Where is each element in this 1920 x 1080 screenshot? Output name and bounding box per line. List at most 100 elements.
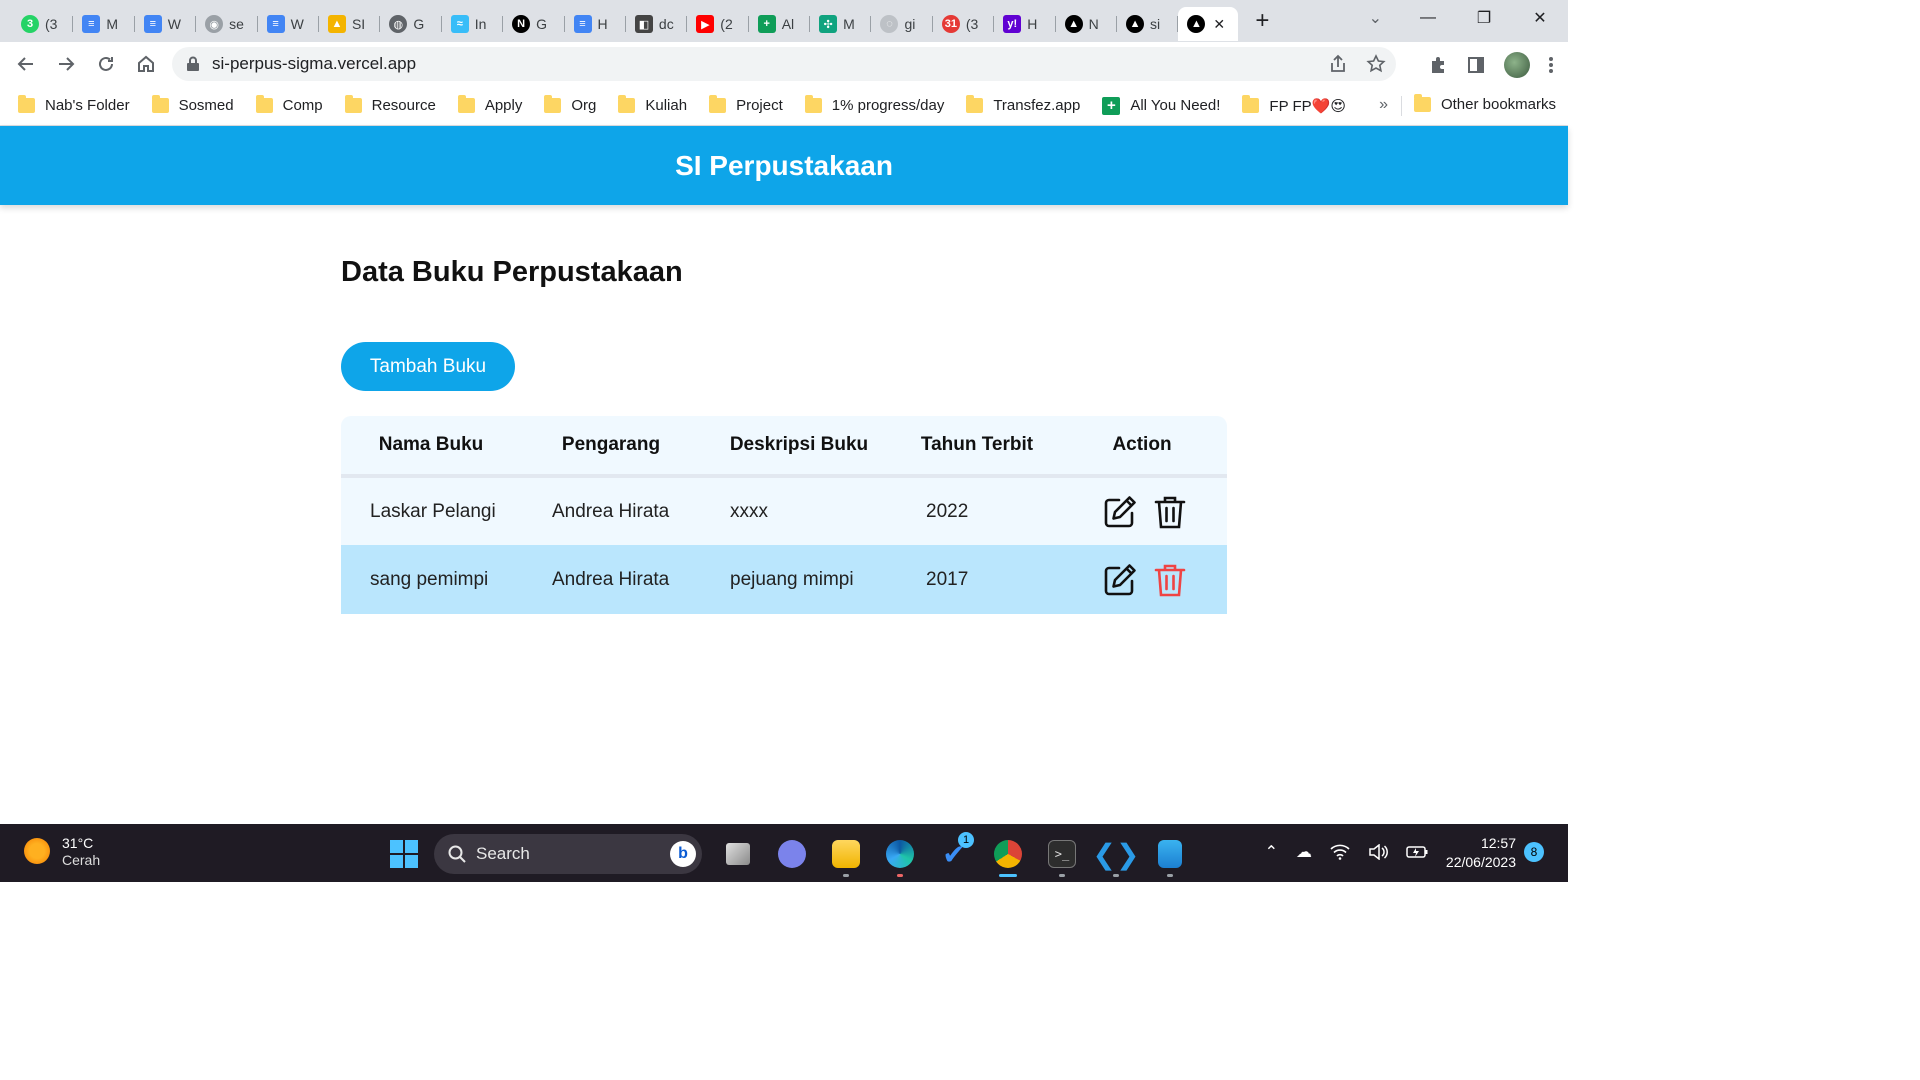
other-bookmarks[interactable]: Other bookmarks — [1413, 94, 1556, 113]
add-book-button[interactable]: Tambah Buku — [341, 342, 515, 391]
bookmark-item[interactable]: Apply — [457, 95, 523, 114]
weather-widget[interactable]: 31°C Cerah — [24, 834, 100, 868]
browser-toolbar: si-perpus-sigma.vercel.app — [0, 42, 1568, 86]
onedrive-icon[interactable]: ☁ — [1296, 842, 1312, 862]
bookmark-item[interactable]: Nab's Folder — [18, 95, 130, 114]
bookmark-item[interactable]: Kuliah — [618, 95, 687, 114]
notification-badge[interactable]: 8 — [1524, 842, 1544, 862]
windows-taskbar: 31°C Cerah Search b ✔ 1 >_ ❮❯ ⌃ ☁ 12:57 2… — [0, 824, 1568, 882]
bookmark-label: Comp — [282, 97, 323, 114]
folder-icon — [966, 95, 984, 113]
todo-button[interactable]: ✔ 1 — [932, 832, 976, 876]
edit-button[interactable] — [1102, 494, 1138, 530]
tab[interactable]: ◉ se — [196, 7, 258, 41]
tab[interactable]: ✣ M — [810, 7, 872, 41]
terminal-button[interactable]: >_ — [1040, 832, 1084, 877]
teams-chat-button[interactable] — [770, 832, 814, 876]
bookmark-item[interactable]: Comp — [255, 95, 323, 114]
tab[interactable]: ≡ W — [135, 7, 197, 41]
tab[interactable]: ▶ (2 — [687, 7, 749, 41]
bookmark-item[interactable]: FP FP❤️😍 — [1242, 95, 1346, 115]
vercel-icon: ▲ — [1187, 15, 1206, 33]
reload-button[interactable] — [86, 44, 126, 84]
star-icon[interactable] — [1366, 54, 1386, 74]
tab[interactable]: ◌ gi — [871, 7, 933, 41]
tab[interactable]: ▲ SI — [319, 7, 381, 41]
battery-icon[interactable] — [1406, 845, 1428, 859]
vscode-button[interactable]: ❮❯ — [1093, 832, 1139, 877]
column-header-deskripsi: Deskripsi Buku — [729, 434, 869, 455]
bing-icon[interactable]: b — [670, 841, 696, 867]
bookmark-item[interactable]: Sosmed — [151, 95, 234, 114]
whatsapp-icon: 3 — [21, 15, 39, 33]
forward-button[interactable] — [46, 44, 86, 84]
tab[interactable]: NG — [503, 7, 565, 41]
tab[interactable]: ≈ In — [442, 7, 504, 41]
home-button[interactable] — [126, 44, 166, 84]
cell-action — [1057, 545, 1227, 614]
google-docs-icon: ≡ — [266, 15, 285, 33]
bookmark-label: Resource — [371, 97, 436, 114]
tab-label: H — [1027, 16, 1038, 32]
folder-icon — [18, 95, 35, 113]
tab-search-icon[interactable]: ⌄ — [1369, 8, 1382, 28]
wifi-icon[interactable] — [1330, 844, 1350, 860]
tab[interactable]: ◧ dc — [626, 7, 688, 41]
bookmark-item[interactable]: Org — [544, 95, 596, 114]
close-window-button[interactable]: ✕ — [1512, 0, 1568, 36]
profile-avatar[interactable] — [1504, 52, 1530, 78]
clock[interactable]: 12:57 22/06/2023 — [1446, 834, 1516, 872]
notepad-button[interactable] — [1148, 832, 1192, 877]
edit-icon — [1104, 495, 1136, 527]
tab[interactable]: ▲ N — [1056, 7, 1118, 41]
start-button[interactable] — [384, 834, 424, 874]
taskbar-search[interactable]: Search b — [434, 834, 702, 874]
tab-label: In — [474, 16, 487, 32]
restore-button[interactable]: ❐ — [1456, 0, 1512, 36]
bookmark-item[interactable]: + All You Need! — [1102, 96, 1220, 115]
sun-icon — [24, 838, 50, 864]
tab[interactable]: + Al — [749, 7, 811, 41]
extensions-icon[interactable] — [1428, 55, 1448, 75]
tab[interactable]: 3 (3 — [12, 7, 74, 41]
delete-button[interactable] — [1152, 562, 1188, 598]
task-view-button[interactable] — [716, 832, 760, 876]
bookmark-label: Apply — [484, 97, 523, 114]
folder-icon — [1413, 94, 1431, 112]
cell-nama-buku: sang pemimpi — [370, 568, 489, 590]
notion-icon: N — [512, 15, 531, 33]
share-icon[interactable] — [1328, 54, 1348, 74]
arrow-left-icon — [17, 57, 33, 71]
chevron-up-icon[interactable]: ⌃ — [1265, 842, 1278, 862]
back-button[interactable] — [6, 44, 46, 84]
side-panel-icon[interactable] — [1466, 55, 1486, 75]
bookmarks-overflow-button[interactable]: » — [1379, 96, 1388, 114]
new-tab-button[interactable]: + — [1246, 5, 1278, 37]
url-text[interactable]: si-perpus-sigma.vercel.app — [212, 54, 416, 74]
bookmark-item[interactable]: 1% progress/day — [804, 95, 944, 114]
bookmark-item[interactable]: Resource — [344, 95, 436, 114]
tab[interactable]: y! H — [994, 7, 1056, 41]
edit-button[interactable] — [1102, 562, 1138, 598]
delete-button[interactable] — [1152, 494, 1188, 530]
tab-active[interactable]: ▲ ✕ — [1178, 7, 1239, 41]
close-tab-icon[interactable]: ✕ — [1213, 16, 1225, 33]
address-bar[interactable]: si-perpus-sigma.vercel.app — [172, 47, 1396, 81]
file-explorer-button[interactable] — [824, 832, 868, 877]
tab[interactable]: ▲ si — [1117, 7, 1179, 41]
search-placeholder: Search — [476, 844, 530, 863]
tab[interactable]: ≡ M — [73, 7, 135, 41]
bookmark-item[interactable]: Project — [709, 95, 783, 114]
chrome-button[interactable] — [986, 832, 1030, 877]
folder-icon — [151, 95, 169, 113]
menu-dots-icon[interactable] — [1548, 55, 1554, 75]
tab[interactable]: ◍ G — [380, 7, 442, 41]
bookmark-item[interactable]: Transfez.app — [966, 95, 1080, 114]
volume-icon[interactable] — [1368, 844, 1388, 860]
bookmark-label: Nab's Folder — [45, 97, 130, 114]
edge-button[interactable] — [878, 832, 922, 877]
tab[interactable]: ≡ H — [565, 7, 626, 41]
tab[interactable]: ≡ W — [258, 7, 319, 41]
tab[interactable]: 31 (3 — [933, 7, 995, 41]
minimize-button[interactable]: — — [1400, 0, 1456, 36]
